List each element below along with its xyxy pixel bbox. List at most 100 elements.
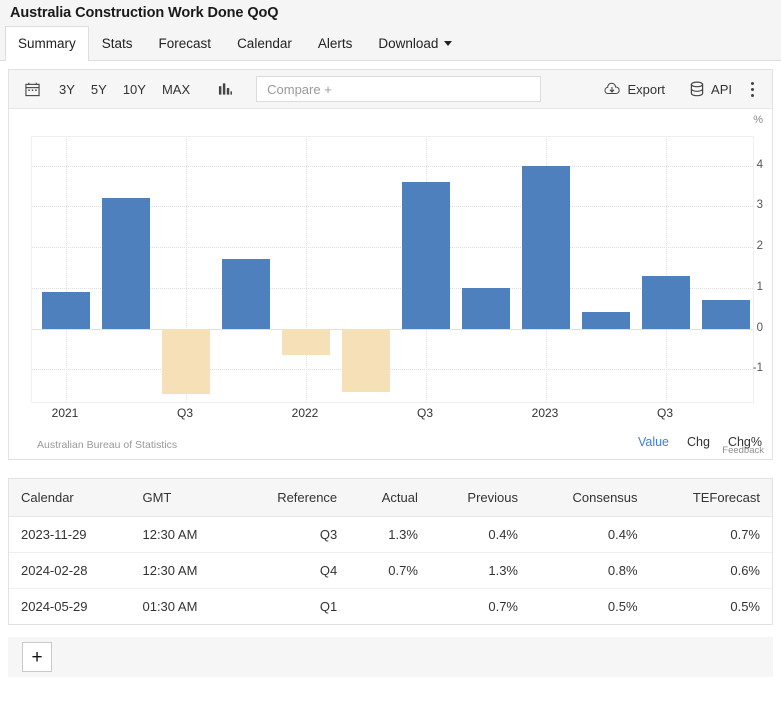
page-title: Australia Construction Work Done QoQ [10, 5, 279, 21]
table-column-header[interactable]: Reference [236, 479, 350, 517]
x-axis-tick-label: 2022 [291, 406, 319, 420]
y-axis-unit: % [753, 114, 763, 126]
table-row[interactable]: 2023-11-29 12:30 AM Q3 1.3% 0.4% 0.4% 0.7% [9, 516, 772, 553]
chart-bar[interactable] [42, 291, 90, 329]
chart-bar[interactable] [222, 259, 270, 329]
chart-bar[interactable] [522, 165, 570, 329]
export-label: Export [627, 81, 666, 97]
bar-chart-icon[interactable] [212, 76, 238, 102]
tab-alerts[interactable]: Alerts [305, 26, 366, 60]
chart-bar[interactable] [402, 181, 450, 329]
chart-bar[interactable] [462, 287, 510, 329]
tab-label: Download [378, 36, 439, 51]
compare-input[interactable]: Compare + [256, 76, 542, 102]
table-cell: 1.3% [349, 516, 430, 553]
chart-area: % -1 0 1 2 3 4 2021 Q3 2022 Q3 2023 Q3 Australian … [9, 109, 772, 459]
table-cell: 2024-05-29 [21, 599, 88, 614]
table-cell: 0.5% [607, 599, 638, 614]
table-cell: Q4 [236, 552, 350, 589]
tab-stats[interactable]: Stats [89, 26, 146, 60]
table-cell: 1.3% [429, 552, 530, 589]
chart-bar[interactable] [102, 198, 150, 329]
gridline-horizontal [32, 369, 753, 371]
table-cell: Q1 [319, 599, 338, 614]
table-row[interactable]: 2024-05-29 01:30 AM Q1 0.7% 0.5% 0.5% [9, 589, 772, 625]
tab-label: Stats [101, 36, 133, 51]
table-cell: 0.4% [429, 516, 530, 553]
chart-bar[interactable] [162, 328, 210, 394]
table-column-header[interactable]: Calendar [9, 479, 131, 517]
table-cell: 01:30 AM [142, 599, 198, 614]
y-axis-tick-label: -1 [752, 362, 763, 375]
table-cell: 0.4% [530, 516, 650, 553]
y-axis-tick-label: 4 [756, 158, 763, 171]
tab-calendar[interactable]: Calendar [224, 26, 305, 60]
gridline-vertical [666, 137, 667, 402]
table-column-header[interactable]: Actual [349, 479, 430, 517]
gridline-vertical [66, 137, 67, 402]
add-button[interactable]: + [22, 642, 52, 672]
chart-bar[interactable] [702, 300, 750, 329]
plot-region[interactable] [31, 136, 754, 403]
tab-forecast[interactable]: Forecast [146, 26, 225, 60]
calendar-table: Calendar GMT Reference Actual Previous Consen… [9, 479, 772, 624]
range-button-3y[interactable]: 3Y [51, 79, 83, 100]
compare-placeholder: Compare + [267, 81, 332, 97]
api-label: API [711, 81, 732, 97]
chart-toolbar: 3Y 5Y 10Y MAX Compare + Export API [9, 70, 772, 109]
gridline-vertical [306, 137, 307, 402]
table-cell: 2024-02-28 [9, 552, 131, 589]
table-cell [349, 589, 430, 625]
y-axis-tick-label: 0 [756, 321, 763, 334]
chart-bar[interactable] [582, 312, 630, 329]
table-cell: Q3 [236, 516, 350, 553]
feedback-link[interactable]: Feedback [722, 445, 764, 456]
zero-line [32, 328, 753, 330]
table-cell: 12:30 AM [130, 552, 237, 589]
title-bar: Australia Construction Work Done QoQ [0, 0, 781, 26]
tab-label: Summary [18, 36, 76, 51]
cloud-download-icon [603, 82, 621, 97]
table-column-header[interactable]: Previous [429, 479, 530, 517]
chart-mode-chg[interactable]: Chg [687, 435, 710, 449]
range-button-max[interactable]: MAX [154, 79, 198, 100]
table-column-header[interactable]: Consensus [530, 479, 650, 517]
add-row-bar: + [8, 637, 773, 677]
table-cell: 0.7% [349, 552, 430, 589]
table-cell: 2023-11-29 [9, 516, 131, 553]
tab-bar: Summary Stats Forecast Calendar Alerts Downlo… [0, 26, 781, 61]
y-axis-tick-label: 2 [756, 240, 763, 253]
table-cell: 12:30 AM [130, 516, 237, 553]
tab-label: Alerts [317, 36, 353, 51]
y-axis-tick-label: 3 [756, 199, 763, 212]
chart-bar[interactable] [642, 275, 690, 329]
table-cell: 0.5% [730, 599, 760, 614]
x-axis-tick-label: 2021 [51, 406, 79, 420]
chart-mode-value[interactable]: Value [638, 435, 669, 449]
calendar-icon[interactable] [19, 76, 45, 102]
x-axis-tick-label: Q3 [656, 406, 674, 420]
tab-summary[interactable]: Summary [5, 26, 89, 61]
export-button[interactable]: Export [597, 79, 671, 100]
range-button-10y[interactable]: 10Y [115, 79, 154, 100]
table-row[interactable]: 2024-02-28 12:30 AM Q4 0.7% 1.3% 0.8% 0.6% [9, 552, 772, 589]
table-column-header[interactable]: TEForecast [649, 479, 772, 517]
page-root: Australia Construction Work Done QoQ Sum… [0, 0, 781, 724]
range-button-5y[interactable]: 5Y [83, 79, 115, 100]
x-axis-tick-label: 2023 [531, 406, 559, 420]
gridline-horizontal [32, 165, 753, 167]
tab-download[interactable]: Download [365, 26, 465, 60]
chart-panel: 3Y 5Y 10Y MAX Compare + Export API % -1 … [8, 69, 773, 460]
chart-bar[interactable] [342, 328, 390, 392]
api-button[interactable]: API [683, 78, 738, 100]
database-icon [689, 81, 705, 97]
x-axis-tick-label: Q3 [416, 406, 434, 420]
kebab-menu-icon[interactable] [742, 77, 762, 101]
table-column-header[interactable]: GMT [130, 479, 237, 517]
y-axis-tick-label: 1 [756, 280, 763, 293]
table-cell: 0.8% [530, 552, 650, 589]
table-cell: 0.7% [488, 599, 518, 614]
calendar-table-panel: Calendar GMT Reference Actual Previous Consen… [8, 478, 773, 625]
chart-bar[interactable] [282, 328, 330, 356]
tab-label: Calendar [237, 36, 292, 51]
